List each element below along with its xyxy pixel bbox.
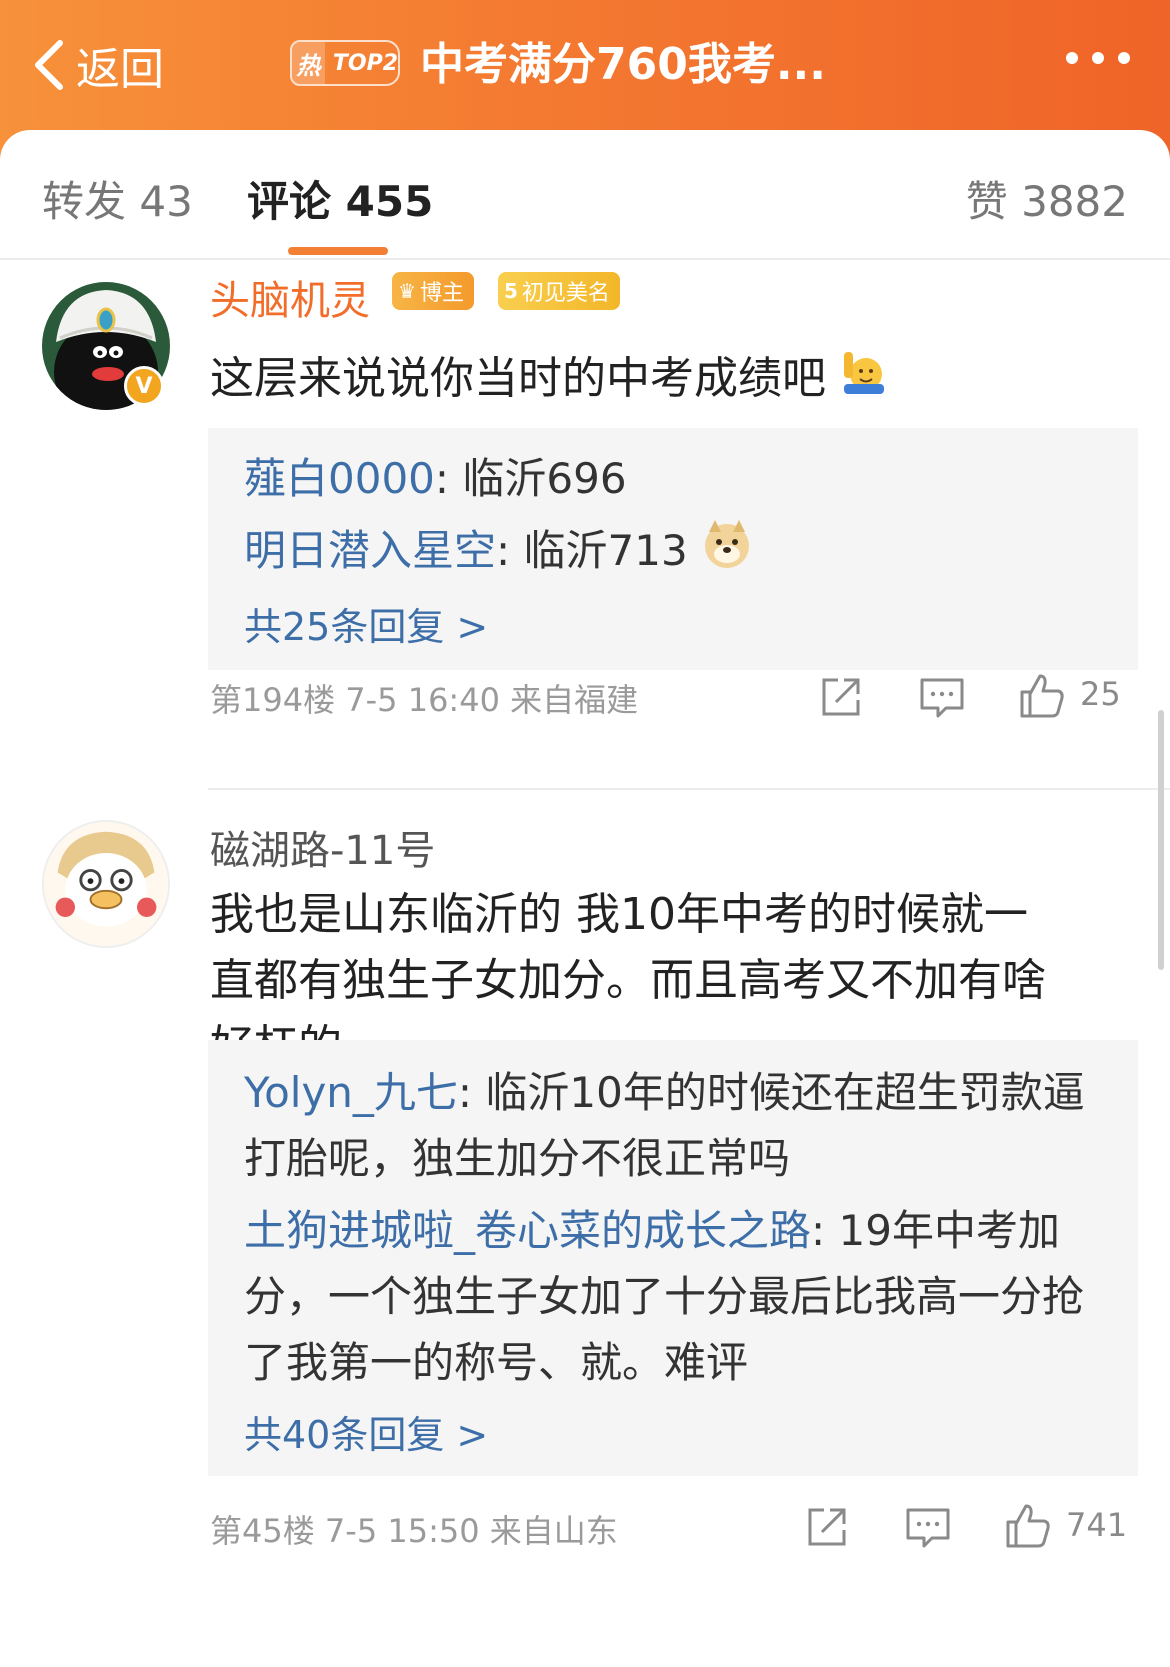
comment-username[interactable]: 头脑机灵 xyxy=(210,268,370,326)
back-label: 返回 xyxy=(76,44,164,95)
tab-indicator xyxy=(288,247,388,255)
avatar xyxy=(42,820,170,948)
reply-item: 薤白0000: 临沂696 xyxy=(244,446,1114,512)
level-badge: 5 初见美名 xyxy=(498,272,620,310)
thumb-up-icon[interactable] xyxy=(1004,1502,1052,1550)
more-replies-link[interactable]: 共40条回复 > xyxy=(244,1404,488,1459)
back-button[interactable]: 返回 xyxy=(30,30,164,100)
comment-meta: 第194楼 7-5 16:40 来自福建 xyxy=(210,675,638,721)
comment-location: 来自山东 xyxy=(489,1512,618,1550)
reply-item: Yolyn_九七: 临沂10年的时候还在超生罚款逼打胎呢，独生加分不很正常吗 xyxy=(244,1060,1114,1192)
page-title: 中考满分760我考... xyxy=(420,39,826,90)
raised-hand-emoji-icon xyxy=(840,348,888,415)
like-count: 741 xyxy=(1066,1506,1128,1544)
comment-username[interactable]: 磁湖路-11号 xyxy=(210,818,435,876)
comment-text-content: 这层来说说你当时的中考成绩吧 xyxy=(210,353,826,404)
comment-time: 7-5 16:40 xyxy=(345,681,500,719)
reply-username[interactable]: Yolyn_九七 xyxy=(244,1068,458,1117)
hot-rank-badge[interactable]: 热 TOP2 xyxy=(290,40,400,86)
share-icon[interactable] xyxy=(804,1504,850,1550)
reply-item: 土狗进城啦_卷心菜的成长之路: 19年中考加分，一个独生子女加了十分最后比我高一… xyxy=(244,1198,1114,1396)
doge-emoji-icon xyxy=(701,518,753,589)
reply-username[interactable]: 土狗进城啦_卷心菜的成长之路 xyxy=(244,1206,811,1255)
comment-time: 7-5 15:50 xyxy=(324,1512,480,1550)
reply-preview-box[interactable]: 薤白0000: 临沂696 明日潜入星空: 临沂713 共25条回复 > xyxy=(208,428,1138,670)
verified-badge: V xyxy=(124,366,164,406)
reply-preview-box[interactable]: Yolyn_九七: 临沂10年的时候还在超生罚款逼打胎呢，独生加分不很正常吗 土… xyxy=(208,1040,1138,1476)
comment-text: 这层来说说你当时的中考成绩吧 xyxy=(210,346,1060,415)
reply-username[interactable]: 明日潜入星空 xyxy=(244,526,496,575)
like-count: 25 xyxy=(1080,675,1121,713)
floor-number: 第45楼 xyxy=(210,1512,315,1550)
thumb-up-icon[interactable] xyxy=(1018,672,1066,720)
comment-icon[interactable] xyxy=(904,1506,952,1550)
more-replies-link[interactable]: 共25条回复 > xyxy=(244,596,488,651)
hot-rank-label: TOP2 xyxy=(332,50,398,76)
floor-number: 第194楼 xyxy=(210,681,336,719)
tab-repost[interactable]: 转发 43 xyxy=(42,168,193,229)
reply-item: 明日潜入星空: 临沂713 xyxy=(244,518,1114,589)
crown-icon: ♛ xyxy=(398,279,416,303)
comment-icon[interactable] xyxy=(918,676,966,720)
hot-icon: 热 xyxy=(292,42,325,84)
chevron-left-icon xyxy=(35,40,63,90)
scrollbar[interactable] xyxy=(1158,710,1164,970)
reply-username[interactable]: 薤白0000 xyxy=(244,454,435,503)
level-number-icon: 5 xyxy=(504,279,518,303)
comment-divider xyxy=(208,788,1170,790)
tab-like[interactable]: 赞 3882 xyxy=(966,168,1128,229)
comments-panel: 转发 43 评论 455 赞 3882 V 头脑机灵 ♛ 博主 5 初见美名 这… xyxy=(0,130,1170,1667)
reply-text: : 临沂696 xyxy=(434,454,627,503)
share-icon[interactable] xyxy=(818,674,864,720)
comment-location: 来自福建 xyxy=(510,681,639,719)
blogger-badge-label: 博主 xyxy=(419,281,464,306)
level-badge-label: 初见美名 xyxy=(521,281,610,306)
tab-bar: 转发 43 评论 455 赞 3882 xyxy=(0,130,1170,260)
more-dots-icon[interactable] xyxy=(1066,52,1130,64)
blogger-badge: ♛ 博主 xyxy=(392,272,474,310)
reply-text: : 临沂713 xyxy=(496,526,688,575)
tab-comment[interactable]: 评论 455 xyxy=(247,168,433,229)
comment-meta: 第45楼 7-5 15:50 来自山东 xyxy=(210,1506,618,1552)
